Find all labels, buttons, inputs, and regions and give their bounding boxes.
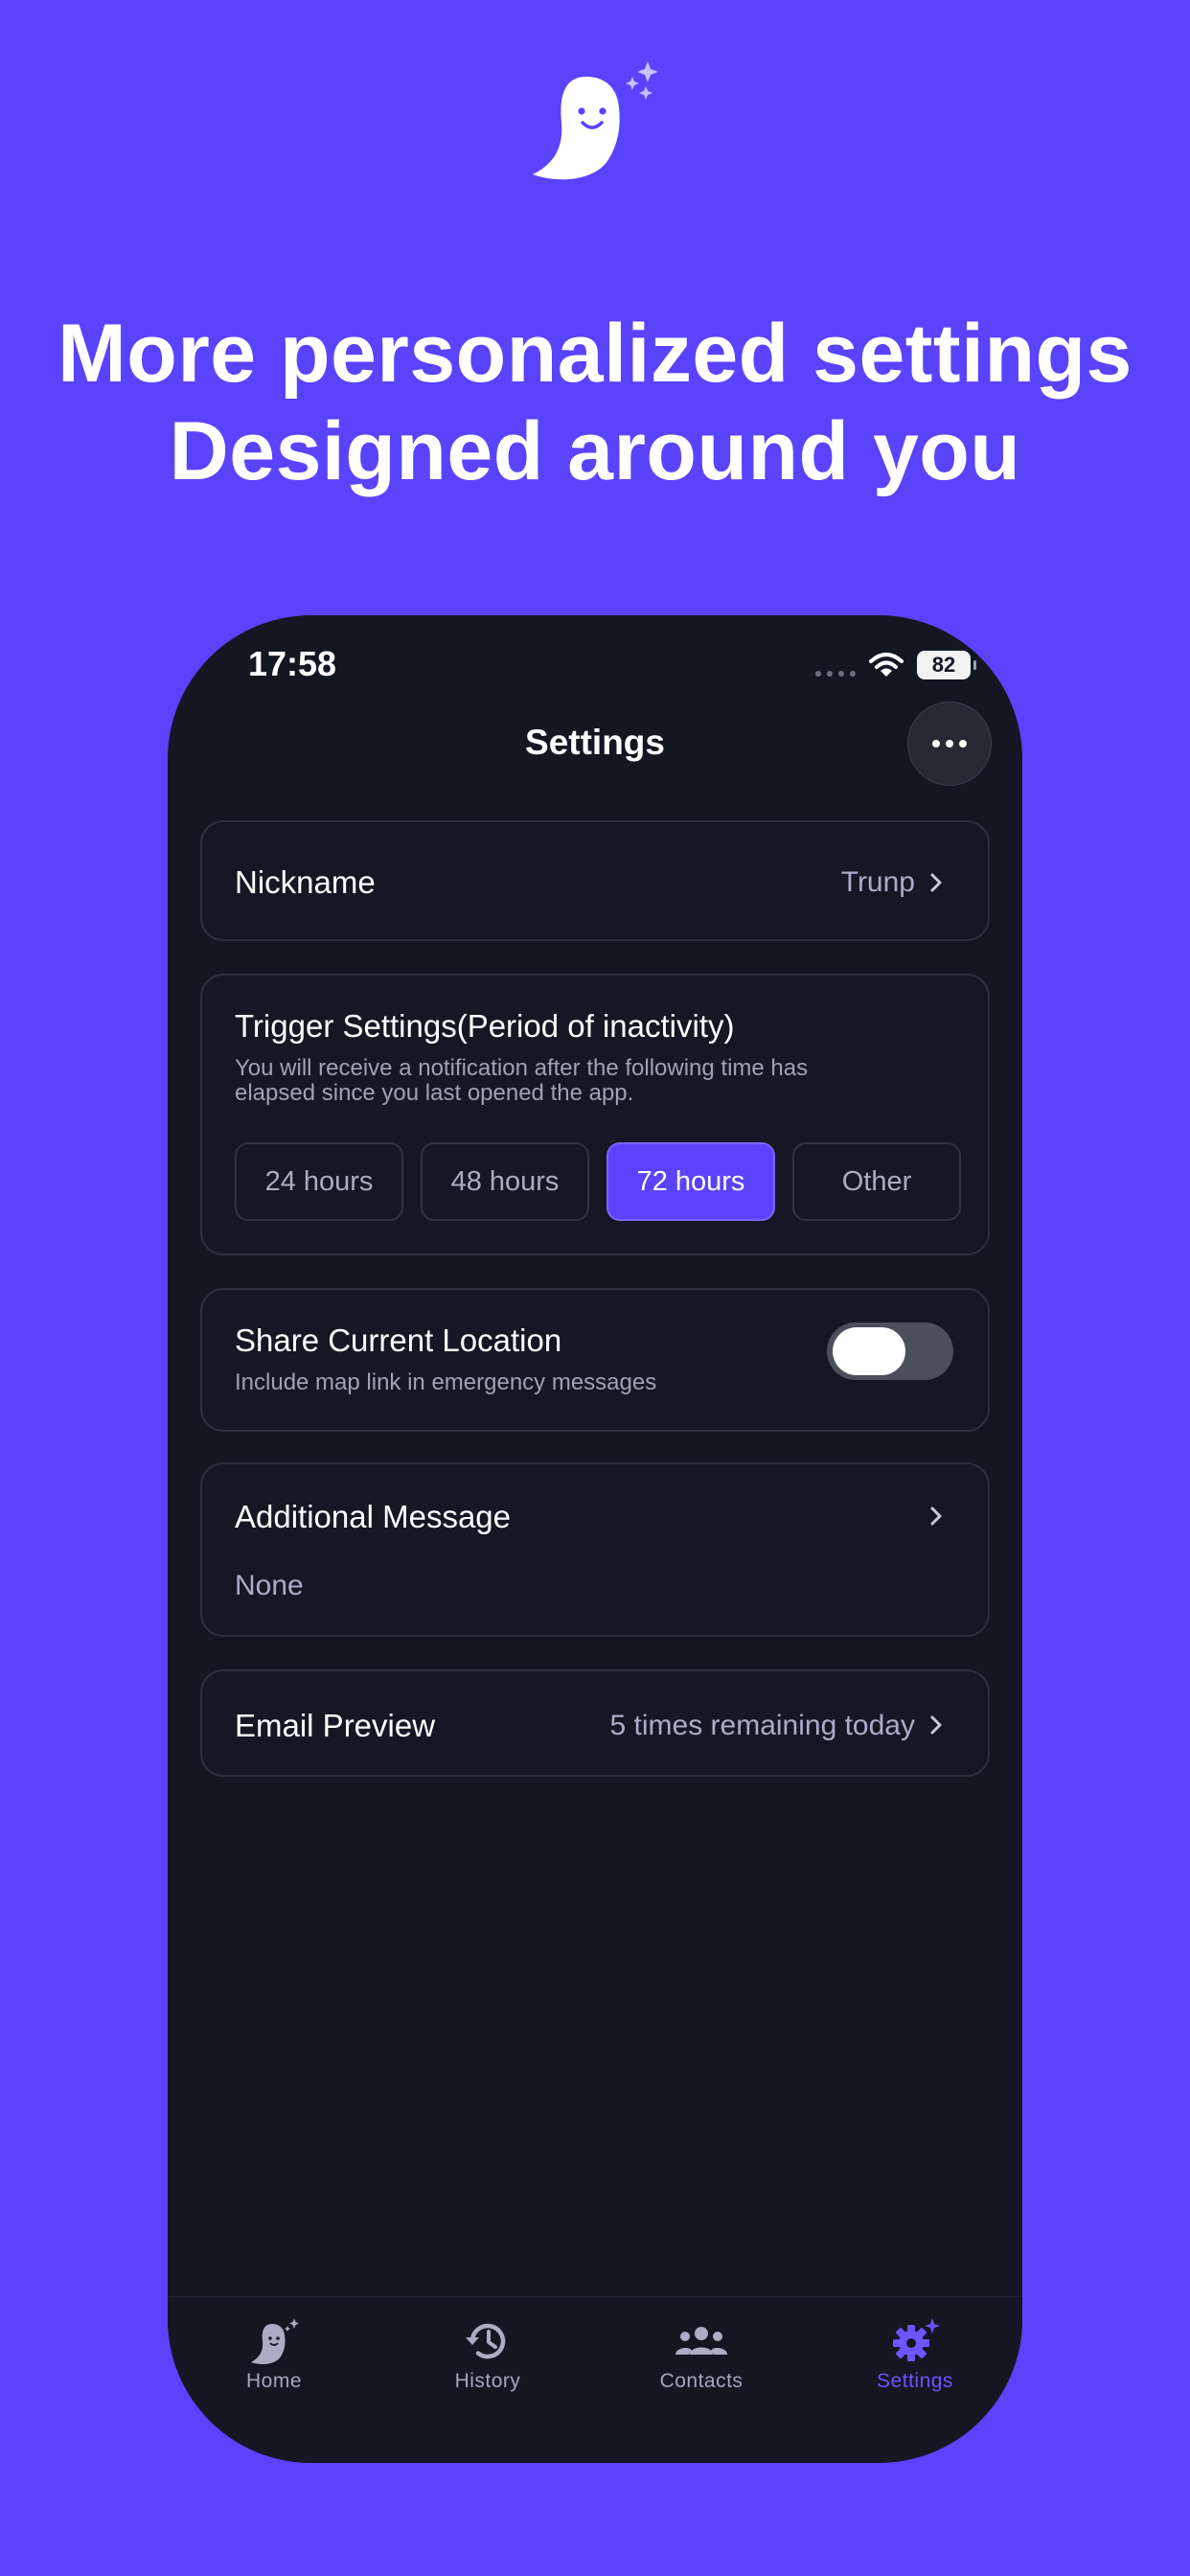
option-48-hours[interactable]: 48 hours — [421, 1142, 589, 1221]
additional-message-row[interactable]: Additional Message None — [200, 1462, 990, 1637]
wifi-icon — [869, 653, 904, 677]
email-preview-title: Email Preview — [235, 1708, 436, 1743]
status-indicators: 82 — [815, 646, 976, 684]
trigger-title: Trigger Settings(Period of inactivity) — [235, 1008, 735, 1044]
settings-gear-icon — [893, 2318, 940, 2361]
hero-line-1: More personalized settings — [57, 308, 1133, 400]
hero-line-2: Designed around you — [169, 405, 1021, 497]
more-horizontal-icon — [932, 740, 940, 748]
share-location-card: Share Current Location Include map link … — [200, 1288, 990, 1432]
chevron-right-icon — [930, 1715, 942, 1735]
more-options-button[interactable] — [907, 702, 992, 786]
tab-bar: Home History Contacts Settings — [168, 2296, 1022, 2463]
share-location-desc: Include map link in emergency messages — [235, 1369, 657, 1395]
tab-contacts-label: Contacts — [659, 2370, 744, 2392]
additional-message-value: None — [235, 1570, 304, 1601]
cellular-signal-icon — [815, 671, 856, 677]
tab-settings[interactable]: Settings — [848, 2314, 982, 2393]
share-location-toggle[interactable] — [827, 1322, 953, 1380]
phone-screen: 17:58 82 Settings Nickname Trunp Trigger… — [168, 615, 1022, 2463]
option-72-hours[interactable]: 72 hours — [606, 1142, 775, 1221]
history-icon — [466, 2323, 506, 2359]
email-preview-value: 5 times remaining today — [609, 1710, 916, 1741]
tab-home-label: Home — [245, 2370, 303, 2392]
ghost-icon — [251, 2318, 299, 2364]
battery-indicator: 82 — [917, 651, 976, 679]
tab-home[interactable]: Home — [207, 2314, 341, 2393]
hero-headline: More personalized settings Designed arou… — [0, 305, 1190, 500]
nickname-label: Nickname — [235, 864, 376, 900]
tab-history[interactable]: History — [421, 2314, 555, 2393]
share-location-title: Share Current Location — [235, 1322, 562, 1358]
tab-history-label: History — [454, 2370, 521, 2392]
tab-settings-label: Settings — [877, 2370, 953, 2392]
trigger-desc-line-1: You will receive a notification after th… — [235, 1055, 809, 1081]
chevron-right-icon — [930, 873, 942, 892]
status-time: 17:58 — [248, 644, 337, 683]
tab-contacts[interactable]: Contacts — [634, 2314, 768, 2393]
trigger-settings-card: Trigger Settings(Period of inactivity) Y… — [200, 974, 990, 1255]
trigger-desc-line-2: elapsed since you last opened the app. — [235, 1080, 634, 1106]
ghost-logo-icon — [533, 61, 658, 180]
contacts-icon — [675, 2327, 727, 2355]
email-preview-row[interactable]: Email Preview 5 times remaining today — [200, 1669, 990, 1777]
nickname-value: Trunp — [840, 866, 915, 898]
trigger-options: 24 hours 48 hours 72 hours Other — [235, 1142, 961, 1221]
option-other[interactable]: Other — [792, 1142, 961, 1221]
nickname-row[interactable]: Nickname Trunp — [200, 820, 990, 941]
toggle-knob — [833, 1327, 905, 1375]
page-title: Settings — [525, 723, 665, 762]
chevron-right-icon — [930, 1506, 942, 1526]
option-24-hours[interactable]: 24 hours — [235, 1142, 403, 1221]
additional-message-title: Additional Message — [235, 1499, 512, 1534]
